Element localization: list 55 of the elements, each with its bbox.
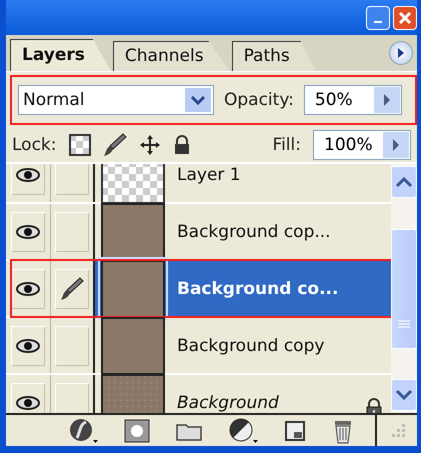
eye-icon[interactable] — [15, 224, 41, 240]
visibility-toggle[interactable] — [11, 268, 45, 308]
tab[interactable]: Paths — [232, 41, 316, 71]
layer-thumbnail — [101, 260, 165, 318]
minimize-button[interactable] — [366, 6, 390, 30]
blend-mode-dropdown[interactable]: Normal — [18, 85, 214, 115]
move-icon[interactable] — [138, 134, 160, 156]
tab[interactable]: Layers — [10, 39, 111, 71]
paint-target-cell[interactable] — [55, 212, 89, 252]
minimize-icon — [374, 20, 382, 22]
paint-target-cell[interactable] — [55, 268, 89, 308]
scroll-thumb[interactable] — [391, 228, 417, 348]
new-layer-icon[interactable] — [284, 420, 306, 442]
layer-style-icon[interactable] — [68, 418, 98, 444]
layer-name: Background — [177, 392, 279, 412]
lock-label: Lock: — [12, 134, 56, 154]
layer-name: Layer 1 — [177, 164, 241, 184]
tab[interactable]: Channels — [112, 41, 230, 71]
opacity-field[interactable]: 50% — [304, 85, 402, 115]
caret-icon — [382, 94, 391, 106]
brush-icon — [60, 276, 84, 302]
fill-label: Fill: — [272, 134, 301, 154]
paint-target-cell[interactable] — [55, 382, 89, 413]
eye-icon[interactable] — [15, 338, 41, 354]
layer-row[interactable]: Background cop... — [95, 204, 391, 259]
close-button[interactable] — [393, 6, 417, 30]
layer-row[interactable]: Background — [95, 375, 391, 413]
visibility-toggle[interactable] — [11, 326, 45, 366]
opacity-label: Opacity: — [224, 90, 294, 110]
fill-field[interactable]: 100% — [313, 130, 411, 160]
scrollbar[interactable] — [391, 164, 417, 413]
paint-target-cell[interactable] — [55, 164, 89, 194]
panel-menu-button[interactable] — [389, 41, 413, 65]
visibility-toggle[interactable] — [11, 212, 45, 252]
brush-icon[interactable] — [102, 132, 126, 158]
visibility-toggle[interactable] — [11, 164, 45, 194]
close-icon — [398, 10, 412, 24]
paint-target-cell[interactable] — [55, 326, 89, 366]
layer-name: Background co... — [177, 278, 338, 298]
visibility-toggle[interactable] — [11, 382, 45, 413]
layer-name: Background cop... — [177, 222, 331, 242]
scroll-down-button[interactable] — [391, 379, 417, 411]
eye-icon[interactable] — [15, 166, 41, 182]
eye-icon[interactable] — [15, 394, 41, 410]
lock-icon[interactable] — [172, 134, 190, 154]
caret-icon — [397, 48, 405, 58]
lock-transparency-icon[interactable] — [68, 134, 90, 156]
layer-row[interactable]: Background copy — [95, 318, 391, 373]
scroll-up-button[interactable] — [391, 166, 417, 198]
layer-row[interactable]: Layer 1 — [95, 164, 391, 202]
eye-icon[interactable] — [15, 280, 41, 296]
layer-mask-icon[interactable] — [124, 418, 150, 442]
adjustment-layer-icon[interactable] — [228, 418, 258, 444]
layer-name: Background copy — [177, 336, 324, 356]
caret-icon — [392, 138, 400, 150]
